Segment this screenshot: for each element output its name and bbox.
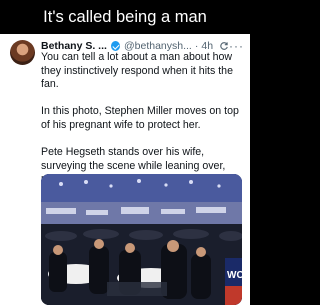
tweet-paragraph: In this photo, Stephen Miller moves on t… <box>41 105 239 131</box>
tweet-photo[interactable]: WC <box>41 174 242 305</box>
ballroom-photo: WC <box>41 174 242 305</box>
verified-icon <box>110 41 120 51</box>
meme-caption: It's called being a man <box>43 7 207 26</box>
refresh-icon[interactable] <box>219 41 229 52</box>
tweet-paragraph: You can tell a lot about a man about how… <box>41 51 233 91</box>
photo-badge: WC <box>227 270 242 281</box>
avatar[interactable] <box>10 40 35 65</box>
tweet-card[interactable]: Bethany S. ... @bethanysh... · 4h ··· Yo… <box>0 34 250 305</box>
